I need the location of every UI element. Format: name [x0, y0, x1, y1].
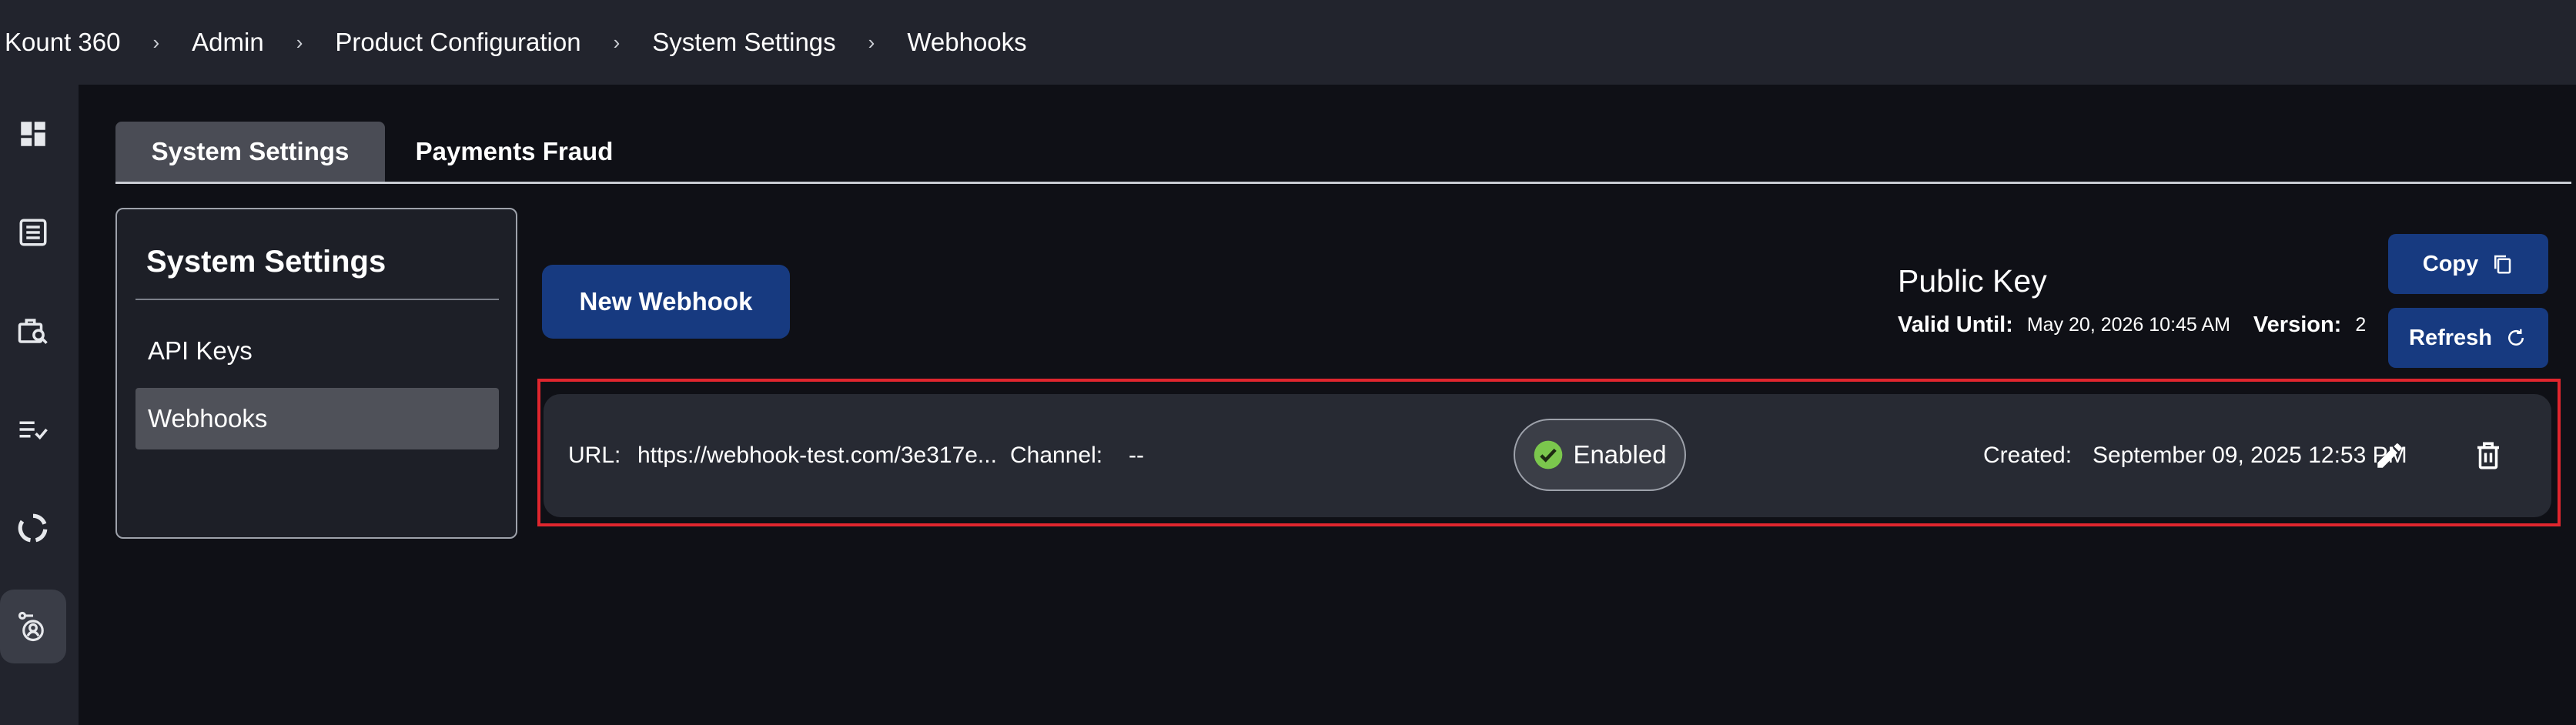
check-circle-icon [1534, 440, 1563, 469]
main-content: System Settings Payments Fraud System Se… [79, 85, 2576, 725]
sidebar-item-admin[interactable] [0, 590, 66, 663]
chevron-right-icon: › [296, 30, 303, 54]
settings-item-api-keys[interactable]: API Keys [135, 320, 499, 382]
new-webhook-button[interactable]: New Webhook [542, 265, 790, 339]
breadcrumb: Kount 360 › Admin › Product Configuratio… [0, 0, 2576, 85]
divider [135, 299, 499, 300]
tab-underline [115, 182, 2571, 184]
version-label: Version: [2253, 312, 2342, 337]
status-badge: Enabled [1514, 419, 1686, 491]
url-label: URL: [568, 443, 621, 468]
chevron-right-icon: › [613, 30, 621, 54]
breadcrumb-kount-360[interactable]: Kount 360 [5, 28, 120, 57]
dashboard-icon [21, 122, 45, 146]
webhook-row[interactable]: URL: https://webhook-test.com/3e317e... … [544, 394, 2551, 517]
checklist-icon [19, 421, 48, 440]
pencil-icon [2377, 443, 2402, 468]
settings-item-webhooks[interactable]: Webhooks [135, 388, 499, 449]
created-label: Created: [1983, 443, 2073, 468]
version-value: 2 [2355, 314, 2367, 336]
copy-label: Copy [2422, 251, 2479, 276]
valid-until-label: Valid Until: [1898, 312, 2013, 337]
created-value: September 09, 2025 12:53 PM [2093, 443, 2407, 468]
delete-button[interactable] [2467, 434, 2510, 477]
valid-until-value: May 20, 2026 10:45 AM [2026, 314, 2230, 336]
public-key-title: Public Key [1898, 263, 2047, 299]
refresh-icon [2508, 329, 2524, 346]
public-key-details: Valid Until: May 20, 2026 10:45 AM Versi… [1898, 312, 2366, 338]
refresh-button[interactable]: Refresh [2388, 308, 2548, 368]
trash-icon [2477, 442, 2499, 469]
briefcase-search-icon [18, 319, 48, 344]
copy-icon [2494, 255, 2511, 274]
sidebar-item-case-search[interactable] [0, 294, 66, 368]
list-icon [19, 219, 47, 246]
channel-label: Channel: [1010, 443, 1103, 468]
sidebar-item-dashboard[interactable] [0, 97, 66, 171]
breadcrumb-webhooks: Webhooks [907, 28, 1027, 56]
admin-user-icon [18, 611, 44, 642]
breadcrumb-admin[interactable]: Admin [192, 28, 264, 57]
url-value: https://webhook-test.com/3e317e... [637, 443, 997, 468]
breadcrumb-product-configuration[interactable]: Product Configuration [335, 28, 580, 57]
copy-button[interactable]: Copy [2388, 234, 2548, 294]
status-text: Enabled [1573, 440, 1667, 469]
chevron-right-icon: › [868, 30, 875, 54]
tab-payments-fraud[interactable]: Payments Fraud [399, 122, 630, 182]
sidebar-item-rules[interactable] [0, 393, 66, 466]
tab-system-settings[interactable]: System Settings [115, 122, 385, 182]
sidebar [0, 85, 79, 725]
refresh-label: Refresh [2409, 325, 2492, 350]
breadcrumb-system-settings[interactable]: System Settings [652, 28, 835, 57]
edit-button[interactable] [2368, 434, 2411, 477]
sidebar-item-analytics[interactable] [0, 491, 66, 565]
settings-nav-panel: System Settings API Keys Webhooks [115, 208, 517, 539]
channel-value: -- [1129, 443, 1144, 468]
donut-chart-icon [18, 513, 48, 543]
sidebar-item-list[interactable] [0, 195, 66, 269]
panel-title: System Settings [146, 245, 386, 279]
chevron-right-icon: › [152, 30, 160, 54]
